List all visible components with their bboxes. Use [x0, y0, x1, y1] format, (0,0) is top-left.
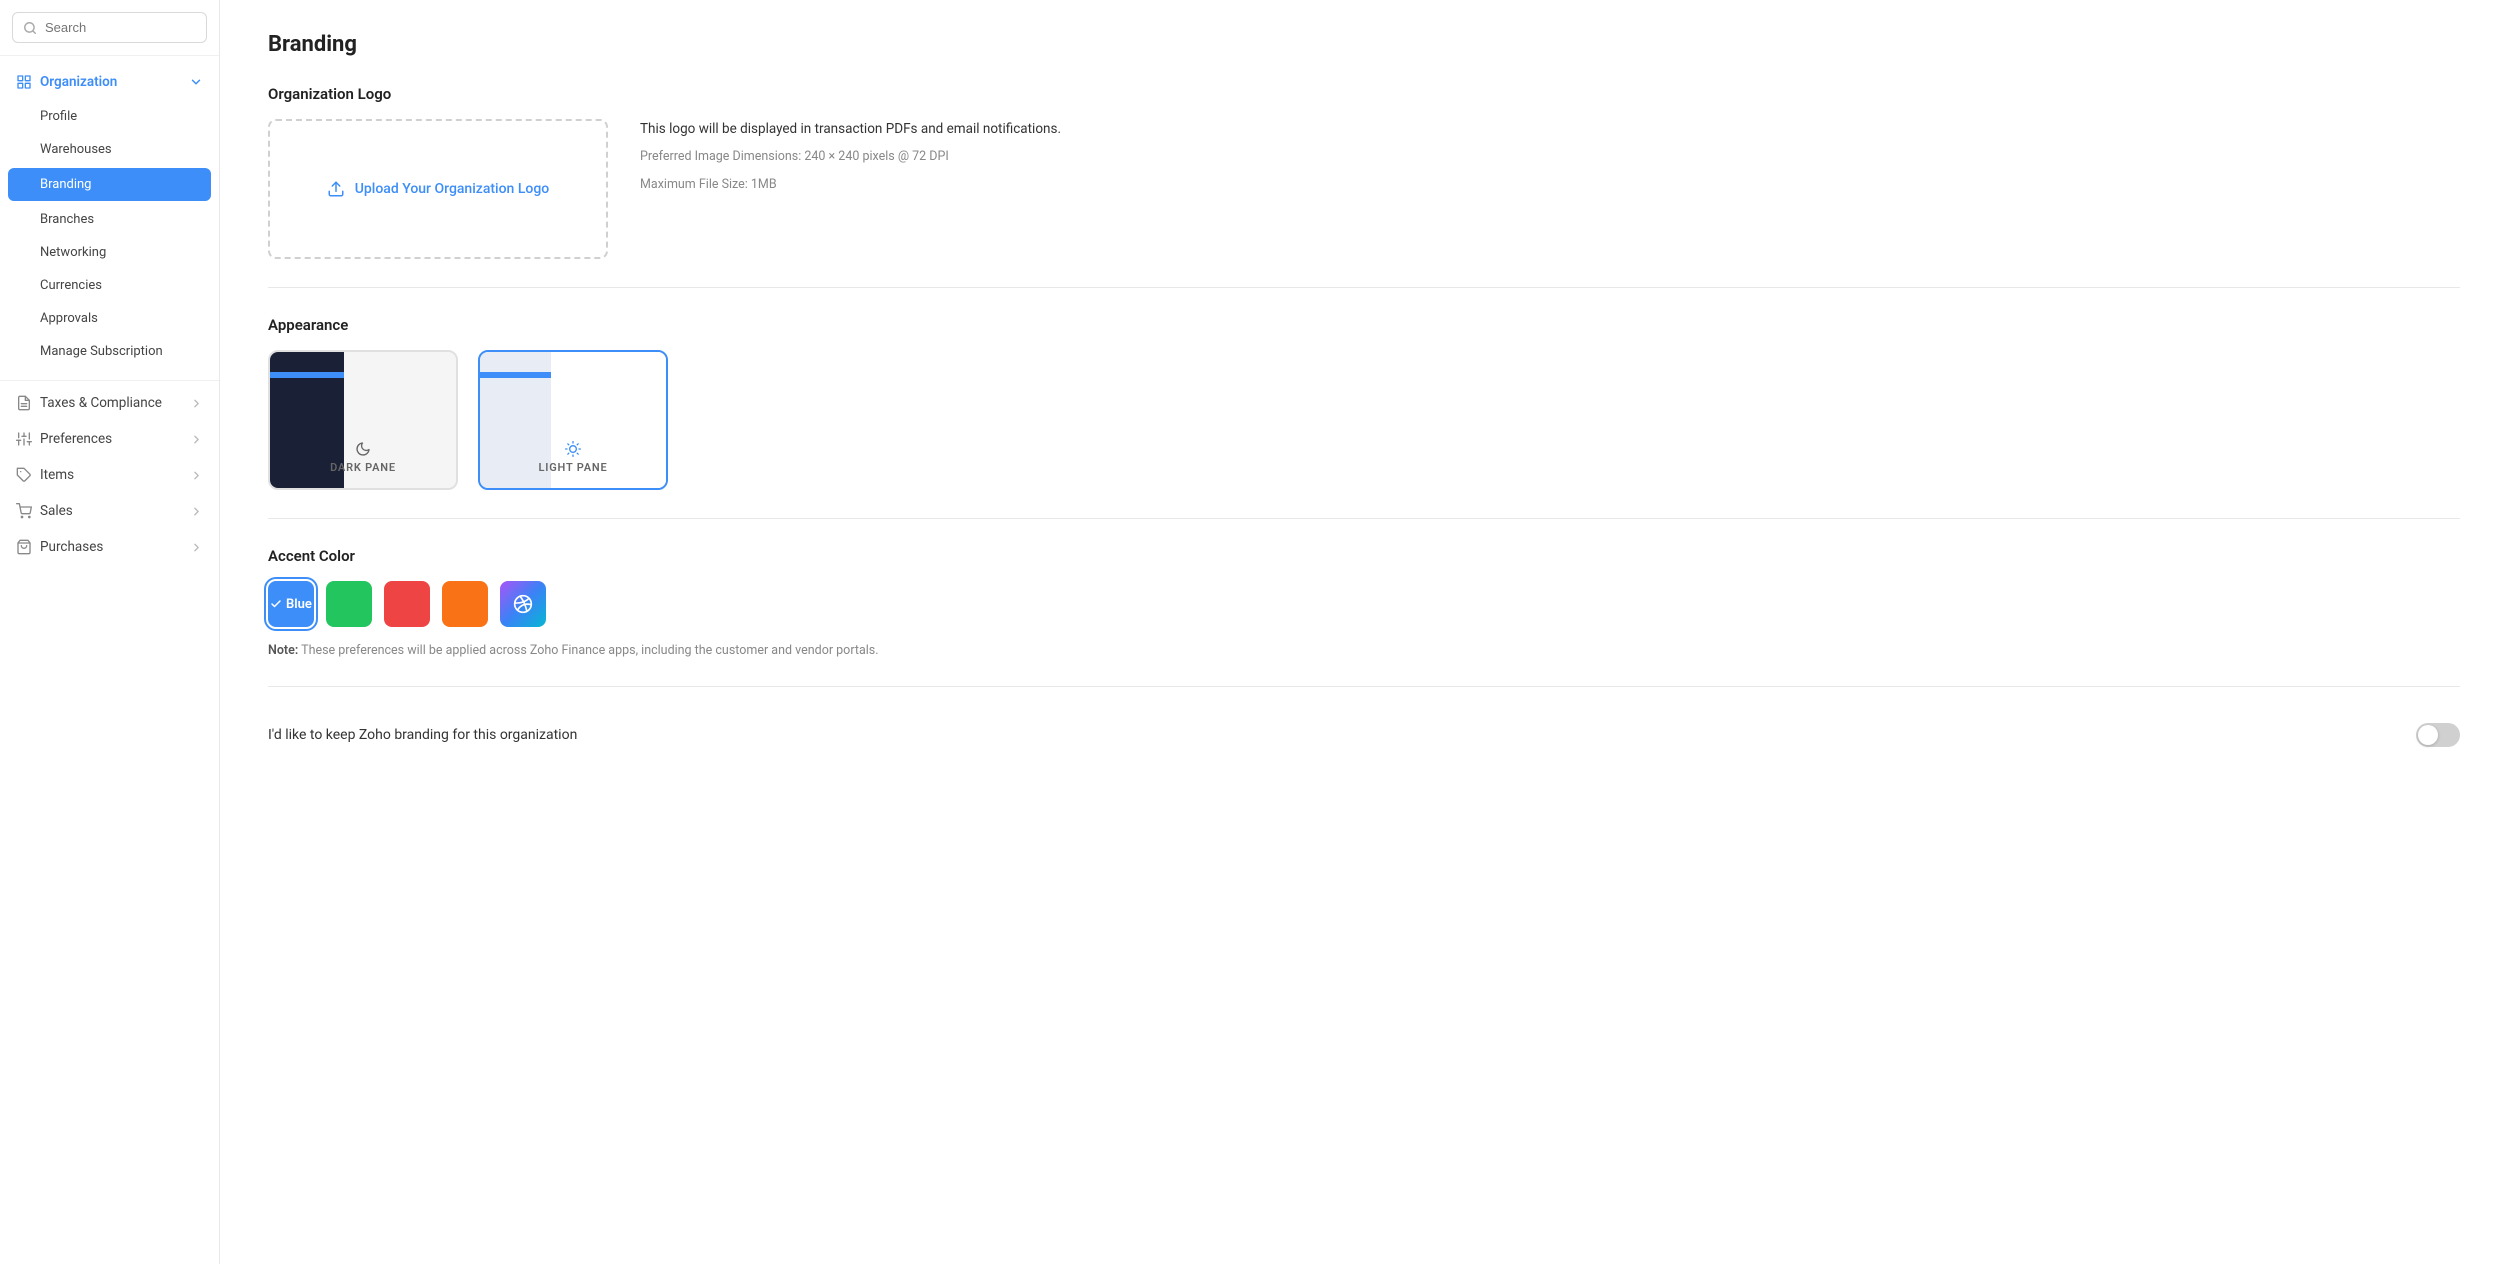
main-content: Branding Organization Logo Upload Your O…	[220, 0, 2508, 1264]
page-title: Branding	[268, 32, 2460, 57]
sidebar-item-approvals[interactable]: Approvals	[0, 302, 219, 335]
chevron-right-icon-items	[190, 469, 203, 482]
sidebar-item-branches[interactable]: Branches	[0, 203, 219, 236]
sun-icon	[565, 441, 581, 457]
color-blue-label: Blue	[286, 597, 312, 612]
logo-info-dimensions: Preferred Image Dimensions: 240 × 240 pi…	[640, 147, 1061, 167]
toggle-knob	[2418, 725, 2438, 745]
accent-colors: Blue	[268, 581, 2460, 627]
appearance-section: Appearance DARK PANE	[268, 316, 2460, 490]
sidebar-item-purchases-label: Purchases	[40, 539, 103, 555]
sidebar-item-preferences[interactable]: Preferences	[0, 421, 219, 457]
divider-3	[268, 686, 2460, 687]
light-sidebar-accent	[480, 372, 551, 378]
color-swatch-custom[interactable]	[500, 581, 546, 627]
appearance-cards: DARK PANE LIGHT PANE	[268, 350, 2460, 490]
divider-1	[268, 287, 2460, 288]
chevron-right-icon-preferences	[190, 433, 203, 446]
search-input[interactable]	[45, 20, 196, 35]
sidebar-item-taxes[interactable]: Taxes & Compliance	[0, 385, 219, 421]
sidebar-item-items-label: Items	[40, 467, 74, 483]
building-icon	[16, 74, 32, 90]
org-logo-label: Organization Logo	[268, 85, 2460, 103]
chevron-right-icon-taxes	[190, 397, 203, 410]
appearance-card-light[interactable]: LIGHT PANE	[478, 350, 668, 490]
checkmark-icon	[270, 598, 282, 610]
receipt-icon	[16, 395, 32, 411]
color-swatch-orange[interactable]	[442, 581, 488, 627]
logo-info-filesize: Maximum File Size: 1MB	[640, 175, 1061, 195]
cart-icon	[16, 503, 32, 519]
appearance-card-dark[interactable]: DARK PANE	[268, 350, 458, 490]
dark-pane-label: DARK PANE	[330, 461, 396, 474]
palette-icon	[513, 594, 533, 614]
sidebar-item-networking[interactable]: Networking	[0, 236, 219, 269]
color-swatch-green[interactable]	[326, 581, 372, 627]
moon-icon	[355, 441, 371, 457]
sidebar-item-purchases[interactable]: Purchases	[0, 529, 219, 565]
note-body: These preferences will be applied across…	[298, 643, 878, 658]
divider-2	[268, 518, 2460, 519]
sidebar-item-preferences-label: Preferences	[40, 431, 112, 447]
color-swatch-red[interactable]	[384, 581, 430, 627]
dark-sidebar-accent	[270, 372, 344, 378]
light-pane-label: LIGHT PANE	[539, 461, 608, 474]
sidebar-item-sales-label: Sales	[40, 503, 73, 519]
nav-organization-section: Organization Profile Warehouses Branding…	[0, 56, 219, 376]
accent-color-label: Accent Color	[268, 547, 2460, 565]
note-prefix: Note:	[268, 643, 298, 658]
logo-info: This logo will be displayed in transacti…	[640, 119, 1061, 195]
accent-color-note: Note: These preferences will be applied …	[268, 643, 2460, 658]
sliders-icon	[16, 431, 32, 447]
bag-icon	[16, 539, 32, 555]
logo-upload-inner: Upload Your Organization Logo	[327, 180, 549, 198]
chevron-right-icon-sales	[190, 505, 203, 518]
zoho-branding-row: I'd like to keep Zoho branding for this …	[268, 715, 2460, 755]
zoho-branding-section: I'd like to keep Zoho branding for this …	[268, 715, 2460, 755]
sidebar-item-items[interactable]: Items	[0, 457, 219, 493]
accent-color-section: Accent Color Blue	[268, 547, 2460, 658]
sidebar-item-sales[interactable]: Sales	[0, 493, 219, 529]
appearance-label: Appearance	[268, 316, 2460, 334]
color-swatch-blue[interactable]: Blue	[268, 581, 314, 627]
logo-section: Upload Your Organization Logo This logo …	[268, 119, 2460, 259]
sidebar: Organization Profile Warehouses Branding…	[0, 0, 220, 1264]
nav-organization-label: Organization	[40, 74, 117, 90]
sidebar-item-currencies[interactable]: Currencies	[0, 269, 219, 302]
sidebar-item-warehouses[interactable]: Warehouses	[0, 133, 219, 166]
chevron-down-icon	[189, 75, 203, 89]
search-container	[0, 0, 219, 56]
logo-upload-box[interactable]: Upload Your Organization Logo	[268, 119, 608, 259]
sidebar-item-manage-subscription[interactable]: Manage Subscription	[0, 335, 219, 368]
zoho-branding-label: I'd like to keep Zoho branding for this …	[268, 727, 577, 743]
sidebar-item-branding[interactable]: Branding	[8, 168, 211, 201]
nav-divider-1	[0, 380, 219, 381]
search-icon	[23, 21, 37, 35]
logo-info-primary: This logo will be displayed in transacti…	[640, 119, 1061, 139]
tag-icon	[16, 467, 32, 483]
organization-logo-section: Organization Logo Upload Your Organizati…	[268, 85, 2460, 259]
sidebar-item-taxes-label: Taxes & Compliance	[40, 395, 162, 411]
zoho-branding-toggle[interactable]	[2416, 723, 2460, 747]
nav-organization-header[interactable]: Organization	[0, 64, 219, 100]
upload-label: Upload Your Organization Logo	[355, 181, 549, 197]
upload-icon	[327, 180, 345, 198]
sidebar-item-profile[interactable]: Profile	[0, 100, 219, 133]
chevron-right-icon-purchases	[190, 541, 203, 554]
search-box[interactable]	[12, 12, 207, 43]
